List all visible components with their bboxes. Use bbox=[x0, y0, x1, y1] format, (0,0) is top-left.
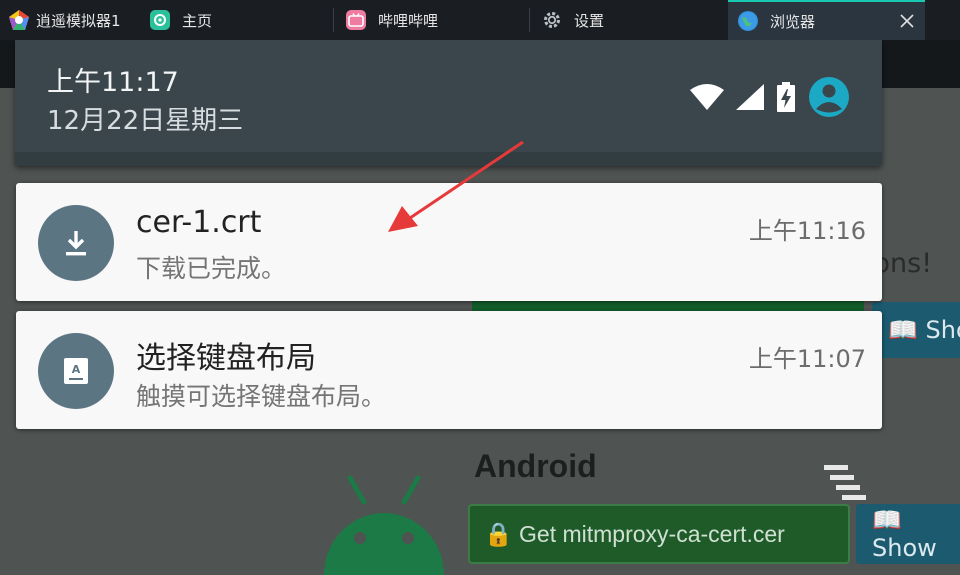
emulator-tab-bar: 逍遥模拟器1 主页 哔哩哔哩 设置 浏览器 bbox=[0, 0, 960, 40]
tab-browser-label: 浏览器 bbox=[770, 12, 816, 31]
tab-bilibili[interactable]: 哔哩哔哩 bbox=[346, 0, 526, 40]
wifi-icon[interactable] bbox=[690, 84, 724, 110]
home-app-icon bbox=[150, 10, 170, 30]
tab-emulator-label: 逍遥模拟器1 bbox=[36, 11, 121, 30]
notification-text: 触摸可选择键盘布局。 bbox=[136, 382, 387, 411]
android-robot-icon bbox=[324, 475, 444, 575]
tab-divider bbox=[529, 8, 530, 32]
tab-emulator[interactable]: 逍遥模拟器1 bbox=[0, 0, 140, 40]
gear-icon bbox=[542, 10, 562, 30]
tab-bilibili-label: 哔哩哔哩 bbox=[378, 11, 439, 30]
memu-logo-icon bbox=[8, 9, 30, 31]
tab-browser[interactable]: 浏览器 bbox=[728, 0, 925, 40]
globe-icon bbox=[738, 11, 758, 31]
cell-signal-icon[interactable] bbox=[736, 84, 764, 110]
tab-divider bbox=[333, 8, 334, 32]
tab-home-label: 主页 bbox=[182, 11, 213, 30]
notification-time: 上午11:16 bbox=[748, 217, 866, 245]
android-heading: Android bbox=[474, 448, 597, 484]
tab-home[interactable]: 主页 bbox=[150, 0, 330, 40]
notification-title: cer-1.crt bbox=[136, 205, 262, 240]
status-icons bbox=[690, 75, 862, 119]
tab-settings[interactable]: 设置 bbox=[542, 0, 722, 40]
show-button-2[interactable]: 📖 Show bbox=[856, 504, 960, 564]
bilibili-icon bbox=[346, 10, 366, 30]
tab-settings-label: 设置 bbox=[574, 11, 605, 30]
notification-keyboard-layout[interactable]: A 选择键盘布局 触摸可选择键盘布局。 上午11:07 bbox=[16, 311, 882, 429]
show-button[interactable]: 📖 Sho bbox=[872, 302, 960, 358]
menu-lines-icon[interactable] bbox=[822, 465, 868, 501]
status-time: 上午11:17 bbox=[47, 67, 179, 98]
svg-text:A: A bbox=[72, 363, 81, 376]
download-icon bbox=[38, 205, 114, 281]
notification-download[interactable]: cer-1.crt 下载已完成。 上午11:16 bbox=[16, 183, 882, 301]
user-avatar-icon[interactable] bbox=[808, 76, 850, 118]
notification-time: 上午11:07 bbox=[748, 345, 866, 373]
emulator-window: 逍遥模拟器1 主页 哔哩哔哩 设置 浏览器 ions! 📖 Sh Android… bbox=[0, 0, 960, 575]
notification-text: 下载已完成。 bbox=[136, 254, 287, 283]
shade-divider bbox=[15, 152, 882, 166]
notification-title: 选择键盘布局 bbox=[136, 341, 316, 376]
android-screen: ions! 📖 Sho Android 🔒 Get mitmproxy-ca-c… bbox=[0, 40, 960, 575]
status-date: 12月22日星期三 bbox=[47, 106, 244, 136]
keyboard-icon: A bbox=[38, 333, 114, 409]
close-tab-icon[interactable] bbox=[899, 13, 915, 29]
get-cert-button[interactable]: 🔒 Get mitmproxy-ca-cert.cer bbox=[468, 504, 850, 564]
notification-shade-header: 上午11:17 12月22日星期三 bbox=[15, 40, 882, 166]
battery-charging-icon[interactable] bbox=[776, 82, 796, 112]
